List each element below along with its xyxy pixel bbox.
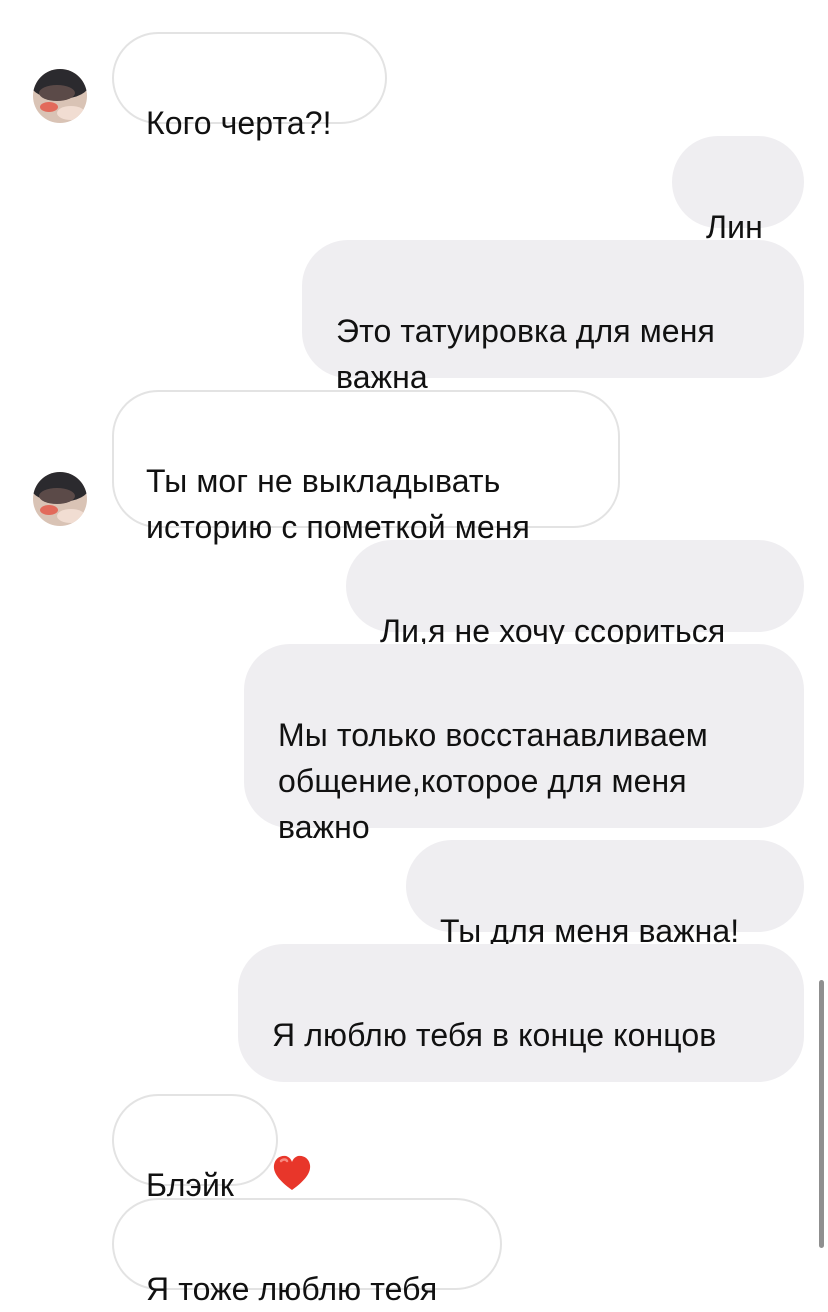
- outgoing-message[interactable]: Я люблю тебя в конце концов: [238, 944, 804, 1190]
- outgoing-message[interactable]: Лин: [672, 136, 804, 245]
- red-heart-icon: [272, 1108, 312, 1204]
- incoming-message[interactable]: Блэйк: [112, 1094, 278, 1203]
- message-text: Ты мог не выкладывать историю с пометкой…: [146, 463, 530, 545]
- outgoing-message[interactable]: Мы только восстанавливаем общение,которо…: [244, 644, 804, 845]
- message-text: Кого черта?!: [146, 105, 332, 141]
- incoming-message[interactable]: Ты мог не выкладывать историю с пометкой…: [112, 390, 620, 545]
- incoming-message[interactable]: Кого черта?!: [112, 32, 387, 141]
- contact-avatar[interactable]: [33, 69, 87, 123]
- message-text: Это татуировка для меня важна: [336, 313, 715, 395]
- outgoing-message[interactable]: Ли,я не хочу ссориться: [346, 540, 804, 649]
- contact-avatar[interactable]: [33, 472, 87, 526]
- message-text: Мы только восстанавливаем общение,которо…: [278, 717, 708, 845]
- message-thread: Кого черта?! Лин Это татуировка для меня…: [0, 0, 828, 1307]
- incoming-message[interactable]: Я тоже люблю тебя: [112, 1198, 502, 1307]
- message-text: Я люблю тебя в конце концов: [272, 1017, 717, 1053]
- outgoing-message[interactable]: Это татуировка для меня важна: [302, 240, 804, 395]
- scrollbar[interactable]: [819, 980, 824, 1248]
- outgoing-message[interactable]: Ты для меня важна!: [406, 840, 804, 949]
